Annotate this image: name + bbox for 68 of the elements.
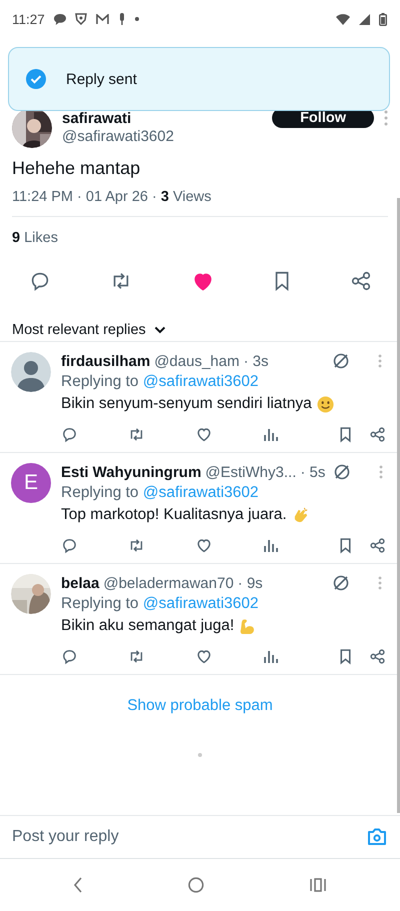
reply-text: Bikin aku semangat juga!	[61, 617, 234, 635]
avatar-silhouette-icon	[11, 352, 51, 392]
reply-age: · 5s	[300, 464, 326, 480]
share-icon[interactable]	[369, 536, 386, 554]
reply-handle: @EstiWhy3...	[205, 464, 296, 480]
mail-icon	[96, 14, 109, 24]
replying-to-text: Replying to @safirawati3602	[61, 484, 260, 502]
avatar-letter: E	[11, 463, 51, 503]
wifi-icon	[336, 14, 350, 24]
dot-icon	[134, 17, 139, 21]
author-handle: @safirawati3602	[62, 128, 175, 146]
mention-link[interactable]: @safirawati3602	[142, 484, 259, 501]
bookmark-icon[interactable]	[338, 648, 353, 664]
bookmark-icon[interactable]	[338, 426, 353, 442]
sort-dropdown[interactable]: Most relevant replies	[12, 319, 166, 341]
likes-count[interactable]: 9 Likes	[12, 230, 388, 246]
reply-icon[interactable]	[61, 426, 78, 442]
slashed-circle-icon[interactable]	[332, 574, 350, 592]
scrollbar[interactable]	[397, 198, 400, 813]
show-spam-link[interactable]: Show probable spam	[127, 697, 273, 715]
smiley-icon	[316, 396, 334, 412]
reply-handle: @daus_ham	[154, 352, 240, 370]
reply-age: · 3s	[243, 352, 268, 370]
flexed-arm-icon	[239, 618, 256, 634]
reply-handle: @beladermawan70	[103, 574, 234, 592]
reply-age: · 9s	[238, 574, 263, 592]
repost-icon[interactable]	[128, 426, 145, 442]
slashed-circle-icon[interactable]	[332, 352, 350, 370]
reply-author-name: Esti Wahyuningrum	[61, 464, 202, 480]
recents-icon[interactable]	[309, 877, 328, 893]
post-meta: 11:24 PM · 01 Apr 26 · 3 Views	[12, 189, 212, 205]
reply-text: Bikin senyum-senyum sendiri liatnya	[61, 395, 312, 413]
share-icon[interactable]	[350, 270, 372, 292]
reply-author-name: belaa	[61, 574, 100, 592]
loading-dot-icon	[198, 753, 202, 757]
views-icon[interactable]	[263, 426, 279, 442]
mention-link[interactable]: @safirawati3602	[142, 373, 259, 390]
post-text: Hehehe mantap	[12, 158, 142, 179]
shield-icon	[74, 13, 87, 25]
bookmark-icon[interactable]	[338, 536, 353, 554]
replying-to-text: Replying to @safirawati3602	[61, 373, 260, 391]
reply-author-name: firdausilham	[61, 352, 150, 370]
reply-field[interactable]: Post your reply	[12, 828, 367, 846]
reply-text: Top markotop! Kualitasnya juara.	[61, 506, 287, 524]
reply-icon[interactable]	[61, 648, 78, 664]
toast-text: Reply sent	[66, 70, 137, 88]
views-icon[interactable]	[263, 648, 279, 664]
slashed-circle-icon[interactable]	[333, 463, 352, 481]
check-circle-icon	[26, 69, 46, 89]
views-icon[interactable]	[263, 537, 279, 553]
author-name: safirawati	[62, 110, 132, 128]
chevron-down-icon	[154, 326, 166, 334]
camera-icon[interactable]	[367, 828, 387, 846]
repost-icon[interactable]	[128, 648, 145, 664]
microphone-icon	[118, 13, 126, 25]
reply-icon[interactable]	[29, 270, 51, 292]
signal-icon	[359, 14, 370, 24]
battery-icon	[379, 12, 387, 26]
replying-to-text: Replying to @safirawati3602	[61, 595, 260, 613]
share-icon[interactable]	[369, 426, 386, 442]
repost-icon[interactable]	[128, 536, 145, 554]
back-icon[interactable]	[72, 877, 83, 893]
home-icon[interactable]	[188, 877, 204, 893]
reply-icon[interactable]	[61, 536, 78, 554]
share-icon[interactable]	[369, 648, 386, 664]
mention-link[interactable]: @safirawati3602	[142, 595, 259, 612]
chat-bubble-icon	[54, 14, 66, 24]
status-time: 11:27	[12, 12, 45, 26]
